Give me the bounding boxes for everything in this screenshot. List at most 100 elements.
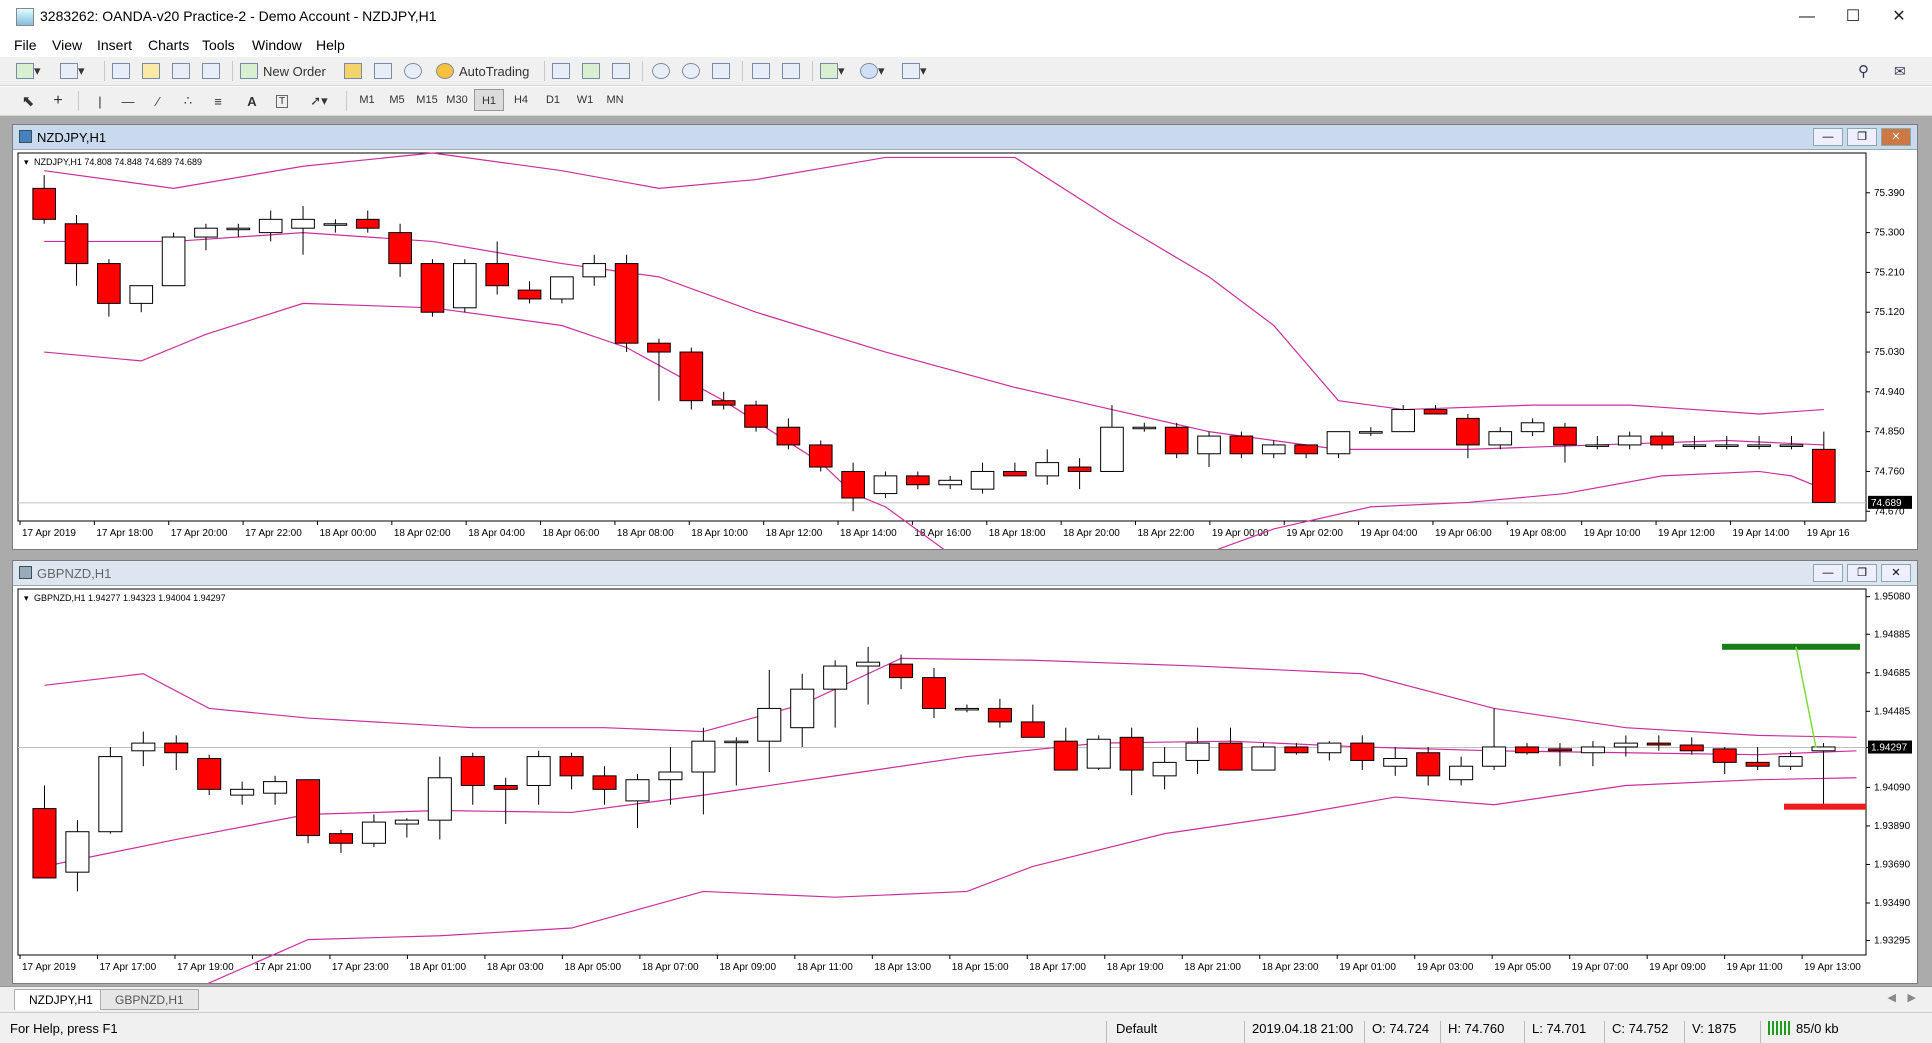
- price-label: 75.300: [1874, 228, 1905, 239]
- fibonacci-button[interactable]: ≡: [208, 90, 228, 112]
- market-button[interactable]: [404, 60, 422, 82]
- autoscroll-button[interactable]: [752, 60, 770, 82]
- timeframe-h1[interactable]: H1: [474, 89, 504, 111]
- text-button[interactable]: A: [242, 90, 262, 112]
- chart-restore-button[interactable]: ❐: [1847, 564, 1877, 582]
- chart-window-titlebar[interactable]: NZDJPY,H1 — ❐ ✕: [13, 125, 1917, 150]
- maximize-button[interactable]: ☐: [1830, 0, 1876, 34]
- data-window-icon: [142, 63, 160, 79]
- periods-button[interactable]: ▾: [860, 60, 885, 82]
- candle: [263, 781, 288, 794]
- tab-nzdjpy[interactable]: NZDJPY,H1: [14, 989, 108, 1010]
- status-bar: For Help, press F1 Default 2019.04.18 21…: [0, 1012, 1932, 1043]
- time-label: 18 Apr 04:00: [468, 528, 525, 539]
- timeframe-m15[interactable]: M15: [412, 89, 442, 111]
- line-chart-icon: [612, 63, 630, 79]
- strategy-tester-button[interactable]: [202, 60, 220, 82]
- menu-tools[interactable]: Tools: [202, 37, 235, 53]
- price-label: 75.210: [1874, 267, 1905, 278]
- indicators-button[interactable]: ▾: [820, 60, 845, 82]
- trendline-button[interactable]: ∕: [148, 90, 168, 112]
- timeframe-m30[interactable]: M30: [442, 89, 472, 111]
- chat-button[interactable]: ✉: [1894, 60, 1906, 82]
- candle: [757, 707, 782, 742]
- cursor-icon: ⬉: [21, 93, 35, 110]
- minimize-button[interactable]: —: [1784, 0, 1830, 34]
- line-studies-toolbar: ⬉ + | — ∕ ∴ ≡ A T ➚▾ M1 M5 M15 M30 H1 H4…: [0, 86, 1932, 116]
- time-label: 19 Apr 01:00: [1339, 962, 1396, 973]
- arrows-button[interactable]: ➚▾: [304, 90, 334, 112]
- candle: [808, 444, 833, 468]
- timeframe-m1[interactable]: M1: [352, 89, 382, 111]
- vertical-line-button[interactable]: |: [90, 90, 110, 112]
- menu-charts[interactable]: Charts: [148, 37, 189, 53]
- chart-minimize-button[interactable]: —: [1813, 564, 1843, 582]
- candlestick-button[interactable]: [582, 60, 600, 82]
- channel-icon: ∴: [183, 93, 193, 108]
- candle: [485, 263, 510, 287]
- candle: [1613, 742, 1638, 748]
- tab-gbpnzd[interactable]: GBPNZD,H1: [100, 989, 199, 1010]
- candle: [744, 404, 768, 428]
- line-chart-button[interactable]: [612, 60, 630, 82]
- chart-window-titlebar[interactable]: GBPNZD,H1 — ❐ ✕: [13, 561, 1917, 586]
- status-help: For Help, press F1: [10, 1021, 118, 1036]
- trendline-icon: ∕: [156, 93, 160, 109]
- timeframe-mn[interactable]: MN: [600, 89, 630, 111]
- candle: [938, 479, 963, 486]
- chart-shift-button[interactable]: [782, 60, 800, 82]
- tile-windows-button[interactable]: [712, 60, 730, 82]
- crosshair-button[interactable]: +: [48, 90, 68, 112]
- time-label: 18 Apr 07:00: [642, 962, 699, 973]
- zoom-in-button[interactable]: [652, 60, 670, 82]
- profiles-button[interactable]: ▾: [60, 60, 85, 82]
- data-window-button[interactable]: [142, 60, 160, 82]
- autotrading-icon: [436, 63, 454, 79]
- time-label: 18 Apr 01:00: [409, 962, 466, 973]
- search-button[interactable]: ⚲: [1858, 60, 1869, 82]
- menu-file[interactable]: File: [14, 37, 37, 53]
- chart-close-button[interactable]: ✕: [1881, 128, 1911, 146]
- navigator-button[interactable]: [172, 60, 190, 82]
- timeframe-d1[interactable]: D1: [538, 89, 568, 111]
- candle: [1580, 746, 1605, 754]
- zoom-out-button[interactable]: [682, 60, 700, 82]
- bar-chart-button[interactable]: [552, 60, 570, 82]
- timeframe-m5[interactable]: M5: [382, 89, 412, 111]
- tab-scroll-right-icon[interactable]: ▶: [1908, 991, 1916, 1004]
- market-watch-button[interactable]: [112, 60, 130, 82]
- status-volume: V: 1875: [1692, 1021, 1737, 1036]
- price-label: 1.94090: [1874, 782, 1911, 793]
- time-label: 19 Apr 14:00: [1732, 528, 1789, 539]
- market-watch-icon: [112, 63, 130, 79]
- channel-button[interactable]: ∴: [178, 90, 198, 112]
- templates-button[interactable]: ▾: [902, 60, 927, 82]
- new-order-button[interactable]: New Order: [240, 60, 326, 82]
- tab-scroll-left-icon[interactable]: ◀: [1888, 991, 1896, 1004]
- gbpnzd-chart[interactable]: 1.95080 1.94885 1.94685 1.94485 1.94297 1.940…: [14, 585, 1916, 983]
- text-label-button[interactable]: T: [272, 90, 292, 112]
- cursor-button[interactable]: ⬉: [18, 90, 38, 112]
- horizontal-line-button[interactable]: —: [118, 90, 138, 112]
- time-label: 19 Apr 05:00: [1494, 962, 1551, 973]
- timeframe-w1[interactable]: W1: [570, 89, 600, 111]
- chart-info-line: GBPNZD,H1 1.94277 1.94323 1.94004 1.9429…: [34, 593, 226, 603]
- menu-view[interactable]: View: [52, 37, 82, 53]
- chart-close-button[interactable]: ✕: [1881, 564, 1911, 582]
- signals-button[interactable]: [374, 60, 392, 82]
- metaeditor-button[interactable]: [344, 60, 362, 82]
- menu-insert[interactable]: Insert: [97, 37, 132, 53]
- menu-window[interactable]: Window: [252, 37, 302, 53]
- close-button[interactable]: ✕: [1876, 0, 1922, 34]
- candle: [197, 758, 222, 790]
- chart-restore-button[interactable]: ❐: [1847, 128, 1877, 146]
- time-label: 18 Apr 20:00: [1063, 528, 1120, 539]
- new-chart-button[interactable]: ▾: [16, 60, 41, 82]
- signals-icon: [374, 63, 392, 79]
- candle: [691, 740, 716, 773]
- timeframe-h4[interactable]: H4: [506, 89, 536, 111]
- autotrading-button[interactable]: AutoTrading: [436, 60, 529, 82]
- chart-minimize-button[interactable]: —: [1813, 128, 1843, 146]
- nzdjpy-chart[interactable]: 75.390 75.300 75.210 75.120 75.030 74.940 74.8…: [14, 149, 1916, 549]
- menu-help[interactable]: Help: [316, 37, 345, 53]
